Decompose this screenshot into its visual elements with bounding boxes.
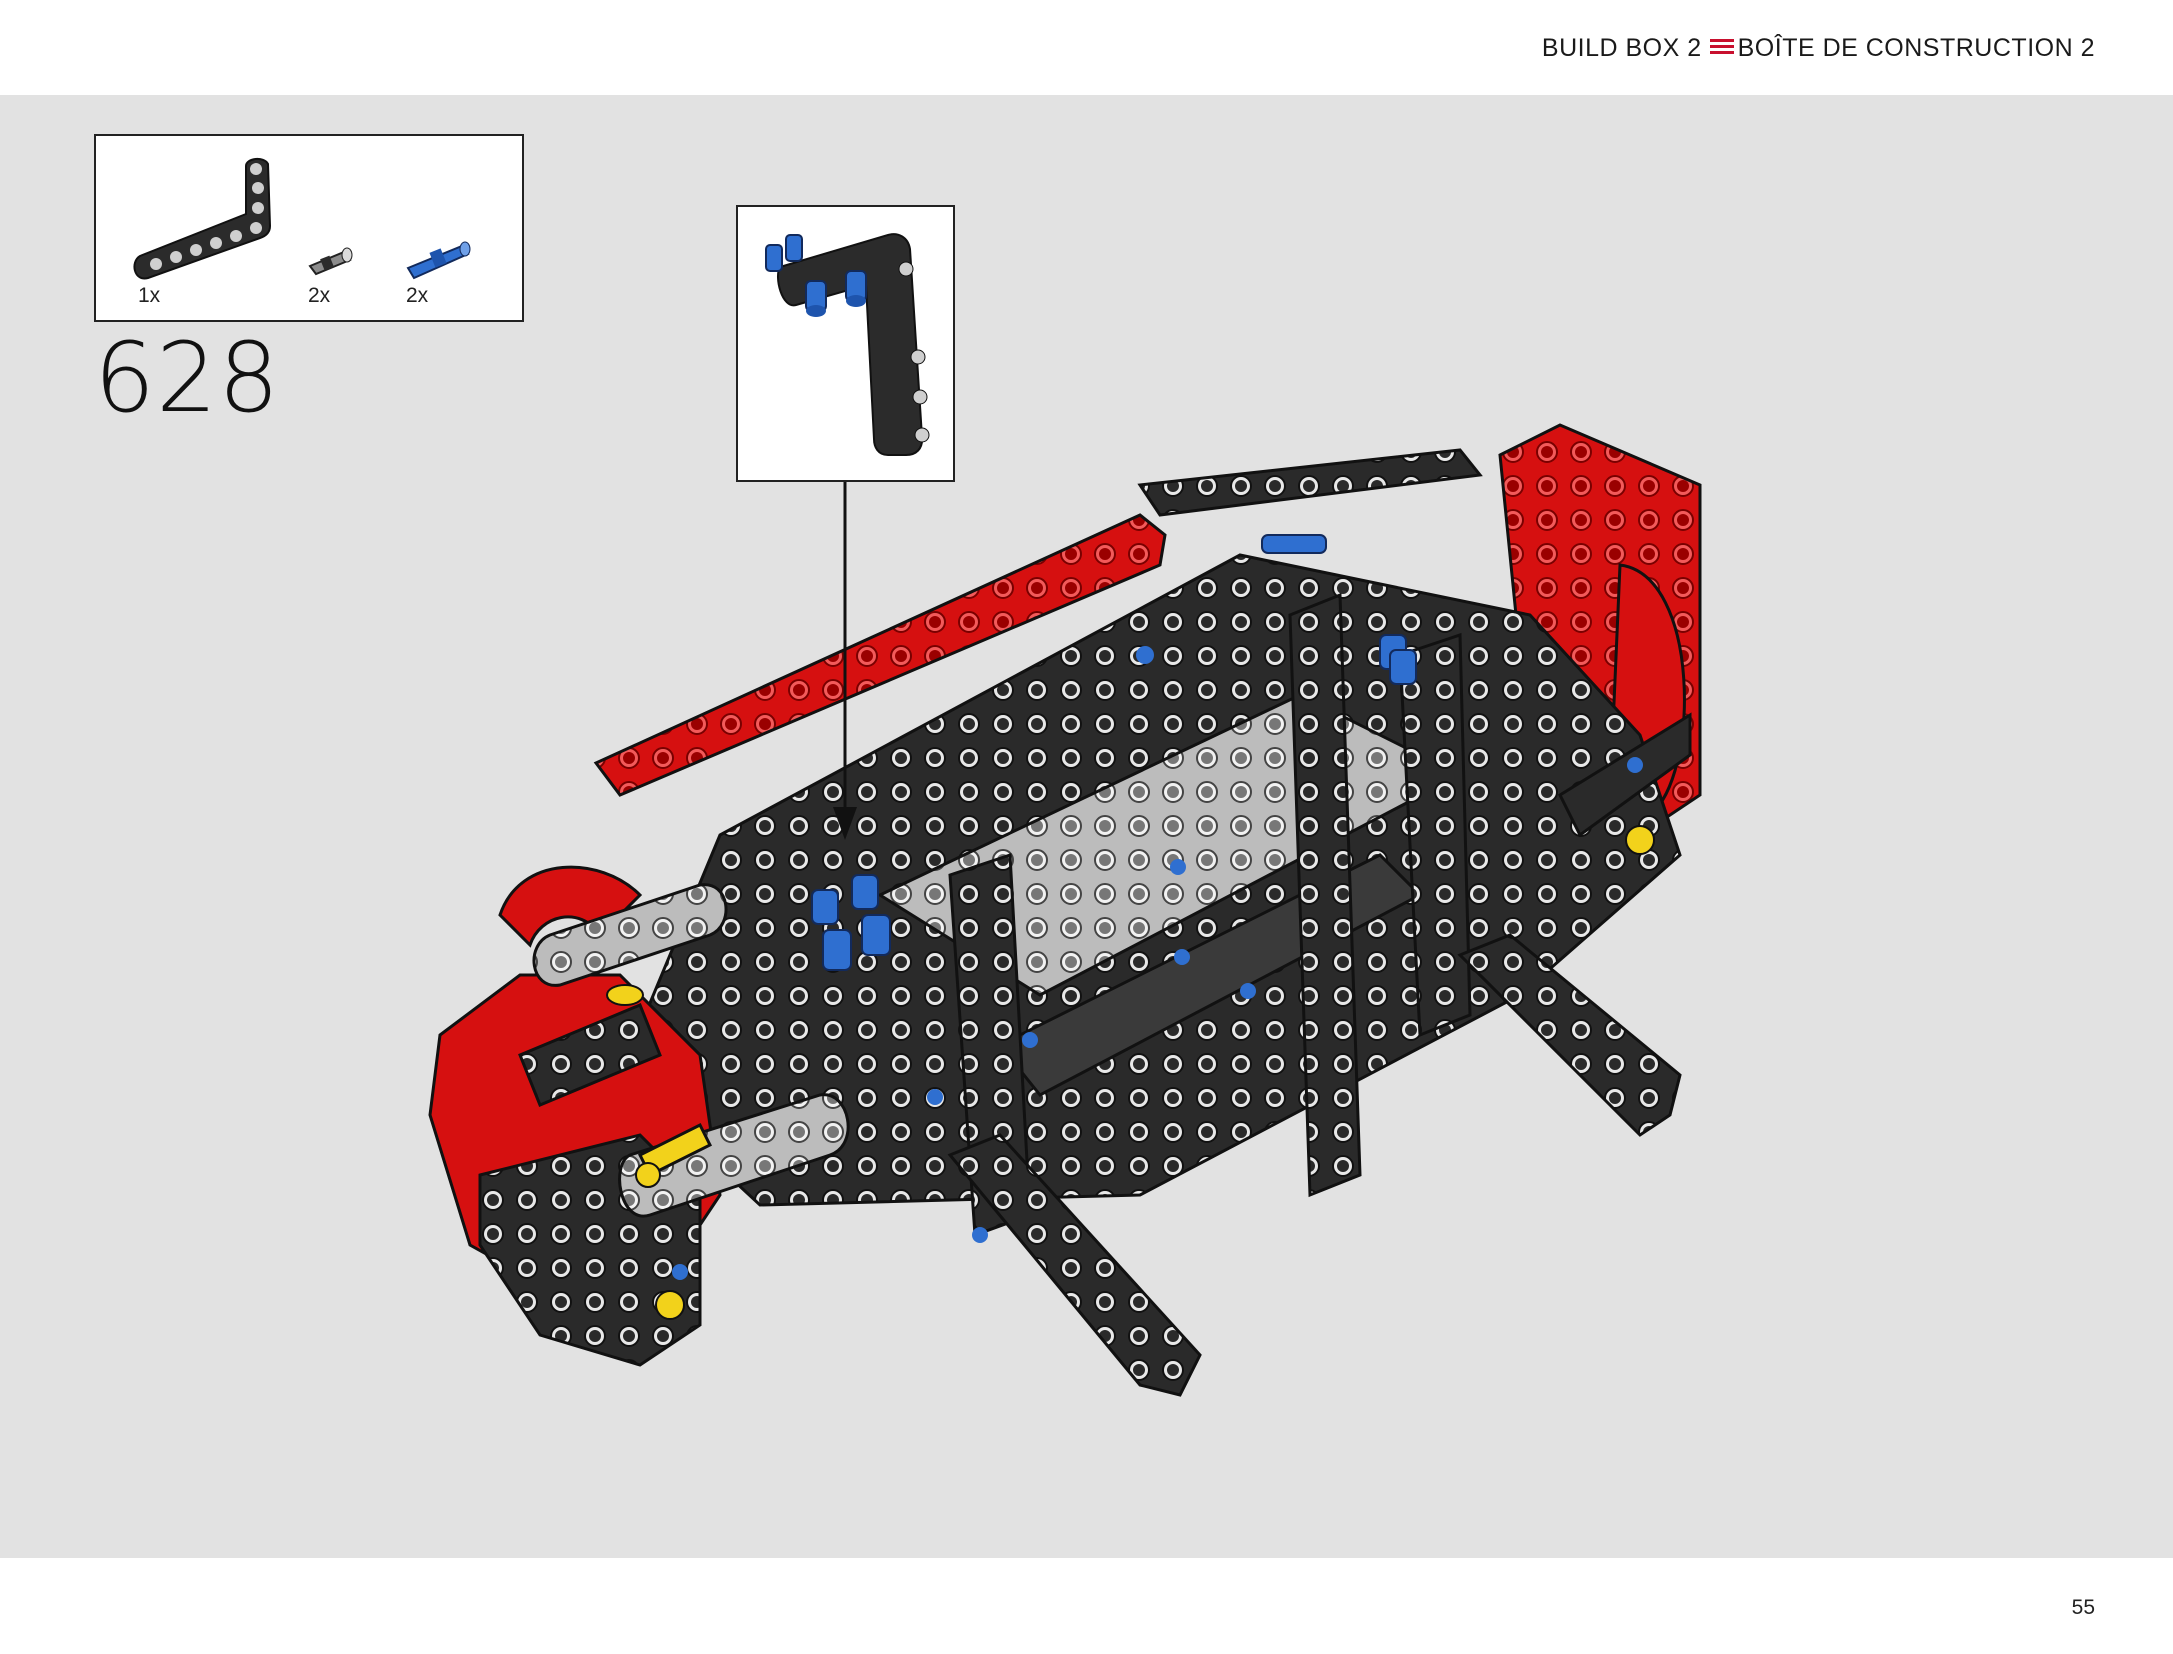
page-footer: 55: [0, 1558, 2173, 1654]
build-box-text: BUILD BOX 2: [1541, 34, 1702, 62]
instruction-area: 1x 2x 2x 628: [0, 95, 2173, 1558]
build-box-label: BUILD BOX 2 BOÎTE DE CONSTRUCTION 2: [1542, 34, 2095, 63]
triple-line-icon: [1709, 38, 1734, 55]
technic-chassis-assembly-icon: [428, 423, 1702, 1397]
page-number: 55: [2071, 1596, 2095, 1619]
build-box-text-fr: BOÎTE DE CONSTRUCTION 2: [1737, 34, 2095, 62]
page-header: BUILD BOX 2 BOÎTE DE CONSTRUCTION 2: [0, 0, 2173, 95]
